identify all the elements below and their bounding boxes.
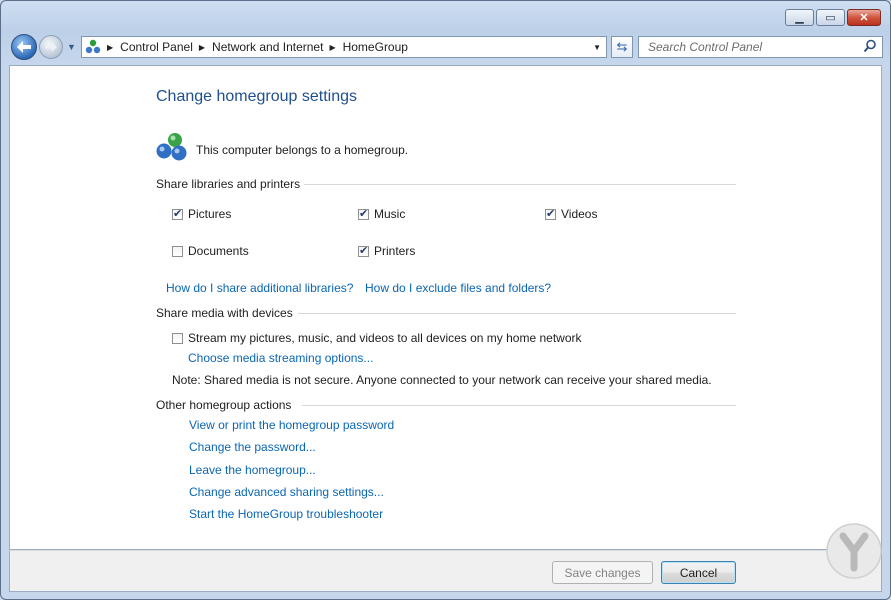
close-icon: ✕ (859, 12, 869, 24)
back-button[interactable] (11, 34, 37, 60)
navigation-bar: ▼ ▶ Control Panel ▶ Network and Internet… (9, 34, 883, 60)
media-security-note: Note: Shared media is not secure. Anyone… (172, 373, 712, 387)
maximize-button[interactable]: ▭ (816, 9, 845, 26)
checkbox-label: Documents (188, 244, 249, 258)
minimize-icon: ▁ (795, 12, 804, 24)
address-bar[interactable]: ▶ Control Panel ▶ Network and Internet ▶… (81, 36, 607, 58)
arrow-right-icon (45, 42, 57, 52)
exclude-files-link[interactable]: How do I exclude files and folders? (365, 281, 551, 295)
checkbox-label: Videos (561, 207, 598, 221)
documents-checkbox[interactable]: Documents (172, 244, 249, 258)
checkbox-checked-icon (358, 244, 369, 257)
breadcrumb-separator[interactable]: ▶ (199, 43, 205, 52)
search-icon[interactable] (863, 39, 877, 53)
section-share-media: Share media with devices (156, 306, 736, 320)
close-button[interactable]: ✕ (847, 9, 881, 26)
share-additional-libraries-link[interactable]: How do I share additional libraries? (166, 281, 353, 295)
pictures-checkbox[interactable]: Pictures (172, 207, 231, 221)
page-title: Change homegroup settings (156, 88, 358, 105)
watermark-logo-icon (826, 523, 882, 579)
section-divider (304, 184, 736, 185)
homegroup-troubleshooter-link[interactable]: Start the HomeGroup troubleshooter (189, 507, 383, 521)
forward-button[interactable] (39, 35, 63, 59)
recent-pages-dropdown[interactable]: ▼ (67, 42, 77, 52)
checkbox-label: Pictures (188, 207, 232, 221)
section-heading: Share media with devices (156, 306, 293, 320)
caption-buttons: ▁ ▭ ✕ (785, 9, 881, 26)
checkbox-label: Music (374, 207, 406, 221)
search-box (638, 36, 883, 58)
advanced-sharing-settings-link[interactable]: Change advanced sharing settings... (189, 485, 384, 499)
network-icon (85, 39, 101, 54)
homegroup-icon (156, 133, 187, 161)
checkbox-label: Printers (374, 244, 416, 258)
save-changes-button[interactable]: Save changes (552, 561, 653, 584)
breadcrumb-separator[interactable]: ▶ (107, 43, 113, 52)
section-divider (298, 313, 736, 314)
view-print-password-link[interactable]: View or print the homegroup password (189, 418, 394, 432)
breadcrumb-separator[interactable]: ▶ (329, 43, 335, 52)
refresh-button[interactable]: ⇆ (611, 36, 633, 58)
chevron-down-icon: ▼ (67, 42, 76, 52)
printers-checkbox[interactable]: Printers (358, 244, 415, 258)
minimize-button[interactable]: ▁ (785, 9, 814, 26)
checkbox-label: Stream my pictures, music, and videos to… (188, 331, 582, 345)
checkbox-unchecked-icon (172, 245, 183, 257)
breadcrumb-network-and-internet[interactable]: Network and Internet (212, 40, 323, 54)
leave-homegroup-link[interactable]: Leave the homegroup... (189, 463, 316, 477)
section-heading: Other homegroup actions (156, 398, 292, 412)
breadcrumb-homegroup[interactable]: HomeGroup (343, 40, 408, 54)
refresh-icon: ⇆ (616, 39, 628, 54)
section-heading: Share libraries and printers (156, 177, 301, 191)
search-input[interactable] (639, 37, 858, 57)
checkbox-checked-icon (358, 207, 369, 220)
window-frame: ▁ ▭ ✕ ▼ ▶ Control Panel ▶ Network and In… (0, 0, 891, 600)
breadcrumb-control-panel[interactable]: Control Panel (120, 40, 193, 54)
videos-checkbox[interactable]: Videos (545, 207, 597, 221)
section-share-libraries: Share libraries and printers (156, 177, 736, 191)
homegroup-status-text: This computer belongs to a homegroup. (196, 143, 409, 157)
address-dropdown-icon[interactable]: ▼ (593, 43, 601, 52)
stream-media-checkbox[interactable]: Stream my pictures, music, and videos to… (172, 331, 582, 345)
checkbox-unchecked-icon (172, 332, 183, 344)
main-content: Change homegroup settings This computer … (9, 65, 882, 550)
cancel-button[interactable]: Cancel (661, 561, 736, 584)
section-other-actions: Other homegroup actions (156, 398, 736, 412)
section-divider (302, 405, 736, 406)
music-checkbox[interactable]: Music (358, 207, 405, 221)
media-streaming-options-link[interactable]: Choose media streaming options... (188, 351, 373, 365)
change-password-link[interactable]: Change the password... (189, 440, 316, 454)
checkbox-checked-icon (172, 207, 183, 220)
checkbox-checked-icon (545, 207, 556, 220)
maximize-icon: ▭ (825, 12, 836, 24)
dialog-footer: Save changes Cancel (9, 550, 882, 592)
arrow-left-icon (17, 41, 31, 53)
